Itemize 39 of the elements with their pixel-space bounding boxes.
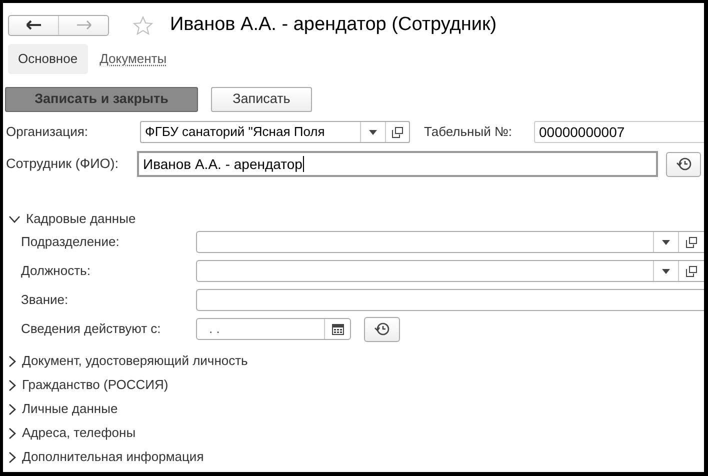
field-label: Сведения действуют с: xyxy=(21,320,162,338)
organization-field[interactable]: ФГБУ санаторий "Ясная Поля xyxy=(140,121,410,143)
chevron-right-icon xyxy=(9,428,16,438)
field-label: Звание: xyxy=(21,291,70,310)
employee-name-field[interactable]: Иванов А.А. - арендатор xyxy=(137,151,658,177)
chevron-right-icon xyxy=(9,380,16,390)
section-header[interactable]: Дополнительная информация xyxy=(9,445,204,469)
section-header[interactable]: Личные данные xyxy=(9,397,118,421)
history-button[interactable] xyxy=(364,316,400,342)
field-label: Табельный №: xyxy=(424,123,513,142)
clock-icon xyxy=(374,322,390,336)
text-field[interactable] xyxy=(196,289,704,311)
chevron-right-icon xyxy=(9,452,16,462)
favorite-star-icon[interactable] xyxy=(133,16,153,34)
date-field[interactable]: . . xyxy=(196,318,351,340)
select-field[interactable] xyxy=(196,260,704,282)
tab-number-field[interactable]: 00000000007 xyxy=(534,121,704,143)
tab[interactable]: Документы xyxy=(90,44,177,74)
window-title: Иванов А.А. - арендатор (Сотрудник) xyxy=(170,12,497,37)
section-header[interactable]: Адреса, телефоны xyxy=(9,421,136,445)
tab[interactable]: Основное xyxy=(8,44,88,74)
navigation-buttons[interactable] xyxy=(8,14,109,36)
section-header[interactable]: Документ, удостоверяющий личность xyxy=(9,349,248,373)
save-button[interactable]: Записать xyxy=(211,86,312,112)
select-field[interactable] xyxy=(196,231,704,253)
section-header[interactable]: Гражданство (РОССИЯ) xyxy=(9,373,168,397)
left-arrow-icon xyxy=(26,20,42,30)
history-button[interactable] xyxy=(666,152,701,176)
field-label: Сотрудник (ФИО): xyxy=(6,154,120,173)
field-label: Должность: xyxy=(21,262,92,280)
field-label: Организация: xyxy=(6,123,90,142)
chevron-right-icon xyxy=(9,404,16,414)
right-arrow-icon xyxy=(76,20,92,30)
save-and-close-button[interactable]: Записать и закрыть xyxy=(5,86,198,112)
section-header[interactable]: Кадровые данные xyxy=(9,207,136,231)
chevron-right-icon xyxy=(9,356,16,366)
field-label: Подразделение: xyxy=(21,233,120,252)
clock-icon xyxy=(676,157,692,171)
chevron-down-icon xyxy=(9,216,20,222)
